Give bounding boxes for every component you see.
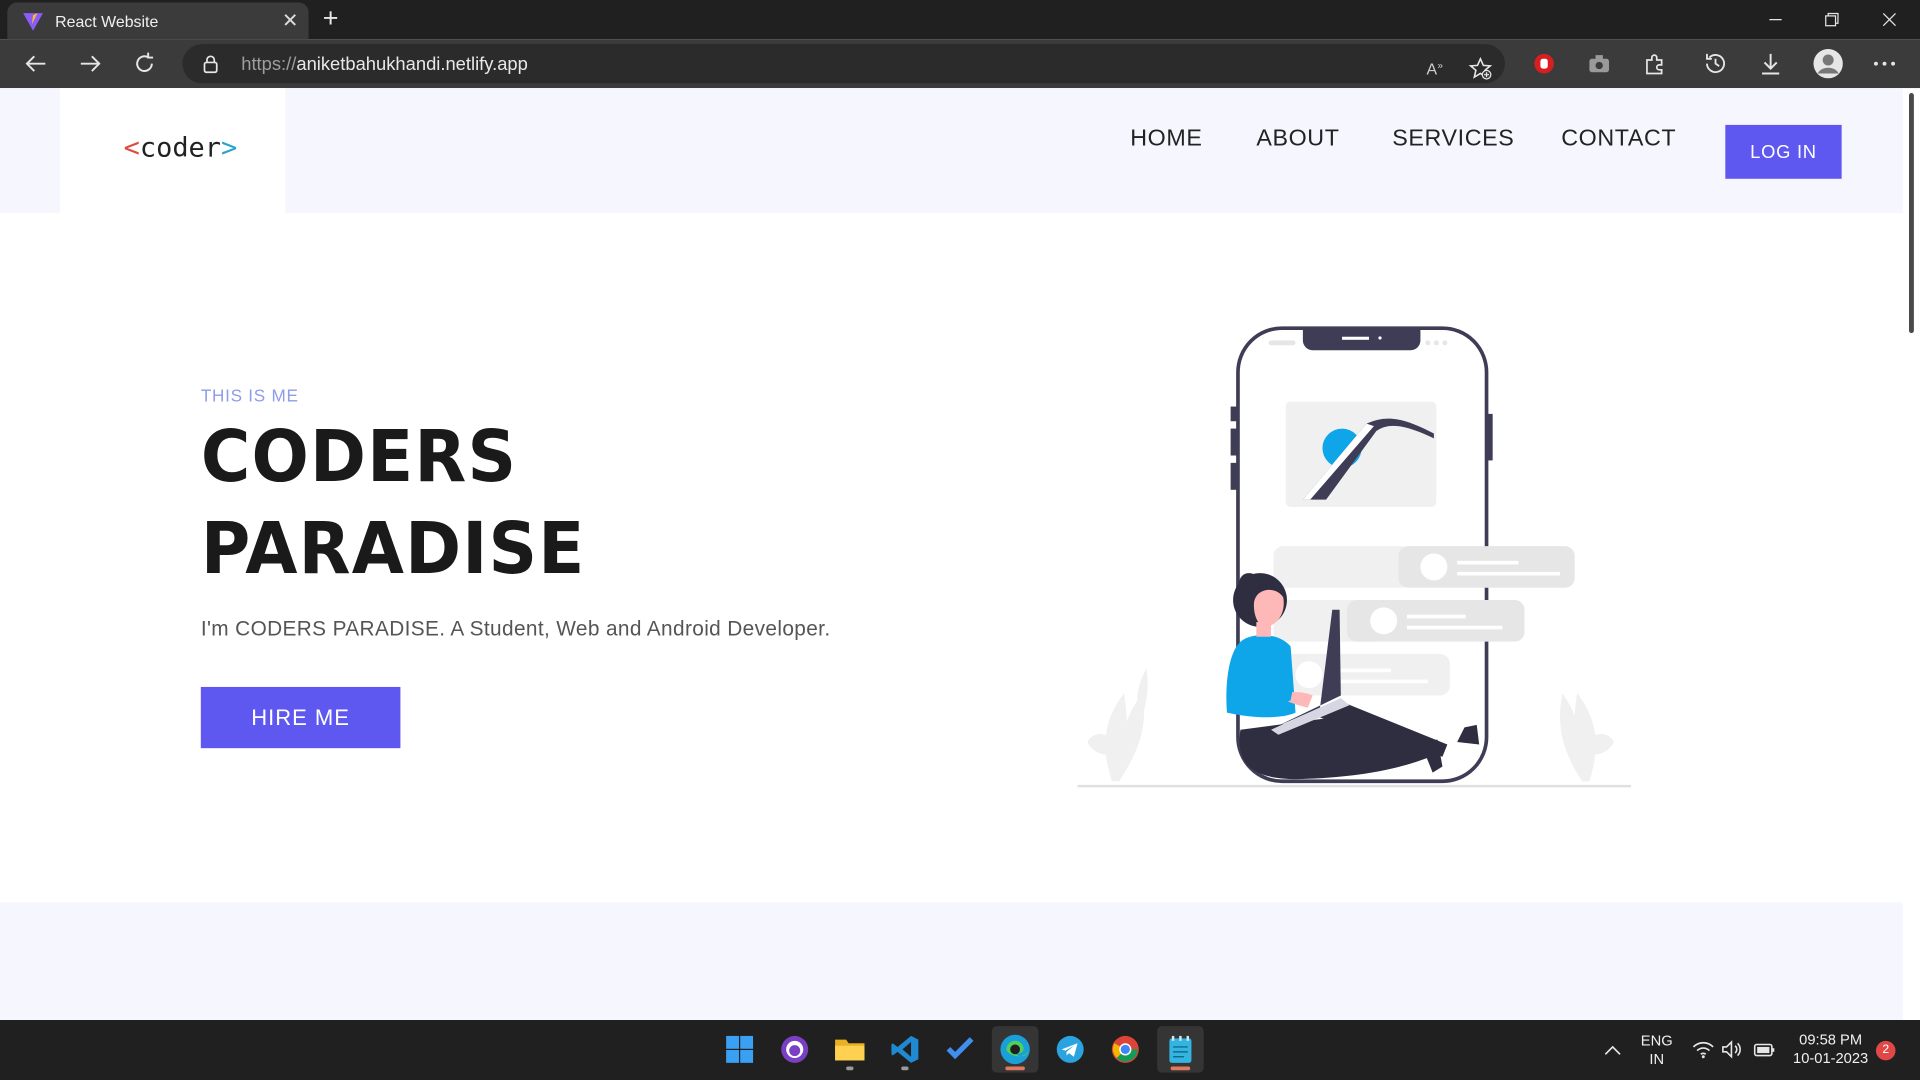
- read-aloud-icon[interactable]: A»: [1422, 54, 1451, 83]
- svg-text:A: A: [1427, 62, 1438, 79]
- file-explorer-icon[interactable]: [827, 1026, 874, 1073]
- svg-text:»: »: [1438, 61, 1444, 72]
- url-text[interactable]: https://aniketbahukhandi.netlify.app: [241, 54, 528, 75]
- address-bar[interactable]: https://aniketbahukhandi.netlify.app A»: [182, 44, 1505, 84]
- lock-icon[interactable]: [201, 54, 221, 74]
- history-icon[interactable]: [1701, 49, 1730, 78]
- close-icon: [1882, 13, 1896, 27]
- plant-right-icon: [1559, 693, 1614, 782]
- notification-badge[interactable]: 2: [1875, 1040, 1896, 1061]
- telegram-icon[interactable]: [1047, 1026, 1094, 1073]
- hero-eyebrow: THIS IS ME: [200, 385, 299, 406]
- chrome-icon[interactable]: [1102, 1026, 1149, 1073]
- next-section: [0, 902, 1903, 1021]
- vite-favicon-icon: [23, 13, 43, 31]
- plant-left-icon: [1087, 668, 1148, 782]
- site-logo[interactable]: <coder>: [124, 133, 238, 164]
- battery-icon[interactable]: [1752, 1040, 1776, 1066]
- image-card: [1285, 401, 1437, 507]
- minimize-button[interactable]: [1747, 0, 1803, 39]
- todo-icon[interactable]: [937, 1026, 984, 1073]
- hire-me-button[interactable]: HIRE ME: [200, 686, 401, 749]
- tab-title: React Website: [55, 11, 159, 31]
- screenshot-camera-icon[interactable]: [1585, 49, 1614, 78]
- vscode-icon[interactable]: [882, 1026, 929, 1073]
- hero-title: CODERS PARADISE: [201, 411, 586, 595]
- scrollbar-thumb[interactable]: [1908, 93, 1914, 334]
- refresh-button[interactable]: [127, 47, 161, 81]
- browser-tab[interactable]: React Website ✕: [7, 2, 309, 40]
- forward-arrow-icon: [80, 55, 101, 72]
- github-desktop-icon[interactable]: [771, 1026, 818, 1073]
- url-scheme: https://: [241, 53, 297, 75]
- minimize-icon: [1769, 18, 1782, 21]
- notepad-icon[interactable]: [1157, 1026, 1204, 1073]
- restore-icon: [1825, 12, 1839, 27]
- page-scrollbar[interactable]: [1902, 88, 1920, 1021]
- hero-illustration: [1077, 326, 1632, 788]
- lang-line1: ENG: [1640, 1032, 1673, 1050]
- hero-title-line1: CODERS: [200, 415, 518, 499]
- extensions-puzzle-icon[interactable]: [1640, 49, 1669, 78]
- nav-about[interactable]: ABOUT: [1256, 126, 1339, 153]
- nav-home[interactable]: HOME: [1130, 126, 1202, 153]
- extension-adblock-icon[interactable]: [1529, 49, 1558, 78]
- site-header: <coder> HOME ABOUT SERVICES CONTACT LOG …: [0, 88, 1903, 214]
- language-indicator[interactable]: ENG IN: [1638, 1032, 1675, 1069]
- nav-contact[interactable]: CONTACT: [1561, 126, 1676, 153]
- browser-toolbar: https://aniketbahukhandi.netlify.app A»: [0, 39, 1920, 89]
- profile-avatar-icon[interactable]: [1813, 48, 1843, 79]
- new-tab-icon[interactable]: +: [317, 4, 344, 32]
- favorite-star-icon[interactable]: [1466, 54, 1495, 83]
- wifi-icon[interactable]: [1691, 1040, 1715, 1066]
- web-page: <coder> HOME ABOUT SERVICES CONTACT LOG …: [0, 88, 1903, 1021]
- clock-time: 09:58 PM: [1799, 1031, 1863, 1049]
- hero-description: I'm CODERS PARADISE. A Student, Web and …: [200, 617, 831, 641]
- more-menu-icon[interactable]: [1870, 49, 1899, 78]
- back-arrow-icon: [25, 55, 46, 72]
- restore-button[interactable]: [1804, 0, 1860, 39]
- tab-close-icon[interactable]: ✕: [277, 9, 304, 33]
- tray-chevron-up-icon[interactable]: [1603, 1042, 1623, 1064]
- back-button[interactable]: [18, 47, 52, 81]
- edge-icon[interactable]: [991, 1026, 1039, 1073]
- lang-line2: IN: [1649, 1050, 1665, 1068]
- downloads-icon[interactable]: [1756, 49, 1785, 78]
- hero-title-line2: PARADISE: [200, 506, 586, 591]
- refresh-icon: [136, 52, 154, 72]
- clock[interactable]: 09:58 PM 10-01-2023: [1790, 1031, 1871, 1068]
- volume-icon[interactable]: [1720, 1040, 1744, 1066]
- url-host: aniketbahukhandi.netlify.app: [296, 53, 528, 75]
- nav-services[interactable]: SERVICES: [1392, 126, 1514, 153]
- logo-container[interactable]: <coder>: [60, 88, 286, 214]
- login-button[interactable]: LOG IN: [1725, 124, 1842, 179]
- forward-button[interactable]: [73, 47, 107, 81]
- windows-start-icon[interactable]: [716, 1026, 763, 1073]
- browser-tab-strip: React Website ✕ +: [0, 0, 1920, 40]
- clock-date: 10-01-2023: [1793, 1049, 1869, 1067]
- close-window-button[interactable]: [1861, 0, 1917, 39]
- windows-taskbar: ENG IN 09:58 PM 10-01-2023: [0, 1020, 1920, 1080]
